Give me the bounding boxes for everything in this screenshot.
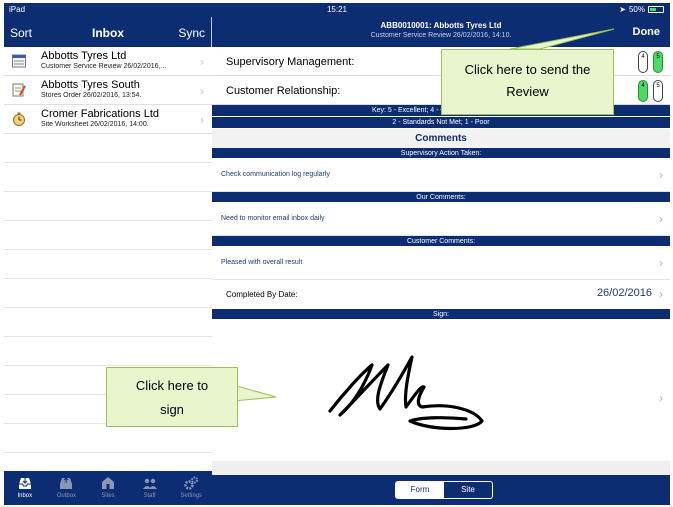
tab-settings[interactable]: Settings — [170, 471, 212, 505]
gears-icon — [184, 476, 199, 490]
item-subtitle: Site Worksheet 26/02/2016, 14:00. — [41, 121, 149, 128]
rating-pill-4[interactable]: 4 — [638, 80, 648, 102]
supervisory-action-value: Check communication log regularly — [221, 171, 330, 178]
clock: 15:21 — [326, 5, 348, 14]
location-icon: ➤ — [619, 5, 626, 14]
inbox-icon — [18, 478, 31, 489]
segment-site[interactable]: Site — [444, 482, 492, 498]
item-title: Abbotts Tyres Ltd — [41, 50, 127, 62]
tab-label: Sites — [101, 493, 115, 499]
chevron-right-icon: › — [659, 391, 663, 405]
review-subtitle: Customer Service Review 26/02/2016, 14:1… — [370, 32, 512, 39]
chevron-right-icon: › — [659, 168, 663, 182]
rating-pill-5[interactable]: 5 — [653, 51, 663, 73]
inbox-header: Sort Inbox Sync — [4, 17, 211, 47]
form-toolbar: Form Site — [212, 475, 670, 505]
segment-form[interactable]: Form — [396, 482, 444, 498]
tab-label: Staff — [143, 493, 156, 499]
battery-percent: 50% — [628, 5, 645, 14]
signature-field[interactable]: › — [212, 335, 670, 461]
tab-label: Settings — [180, 493, 203, 499]
done-button[interactable]: Done — [633, 26, 661, 38]
stopwatch-icon — [13, 112, 25, 126]
tab-label: Outbox — [56, 493, 77, 499]
chevron-right-icon: › — [659, 256, 663, 270]
chevron-right-icon: › — [200, 113, 204, 127]
item-title: Abbotts Tyres South — [41, 79, 140, 91]
item-title: Cromer Fabrications Ltd — [41, 108, 159, 120]
completed-by-label: Completed By Date: — [226, 290, 298, 299]
completed-by-date-field[interactable]: Completed By Date: 26/02/2016 › — [212, 280, 670, 309]
tab-inbox[interactable]: Inbox — [4, 471, 46, 505]
outbox-icon — [60, 477, 73, 489]
send-review-callout: Click here to send the Review — [441, 49, 614, 115]
supervisory-action-field[interactable]: Check communication log regularly › — [212, 159, 670, 192]
battery-icon — [648, 6, 664, 13]
our-comments-header: Our Comments: — [212, 192, 670, 203]
customer-comments-header: Customer Comments: — [212, 236, 670, 247]
rating-label: Supervisory Management: — [226, 56, 355, 68]
status-bar: iPad 15:21 ➤ 50% — [4, 3, 670, 17]
signature-drawing — [328, 355, 484, 431]
sign-callout: Click here to sign — [106, 367, 238, 427]
notepad-icon — [12, 83, 26, 97]
review-header: ABB0010001: Abbotts Tyres Ltd Customer S… — [212, 17, 670, 47]
completed-by-value: 26/02/2016 — [596, 287, 652, 299]
tab-sites[interactable]: Sites — [87, 471, 129, 505]
list-item[interactable]: Abbotts Tyres Ltd Customer Service Revie… — [4, 47, 212, 76]
comments-section-title: Comments — [212, 129, 670, 148]
customer-comments-value: Pleased with overall result — [221, 259, 303, 266]
review-title: ABB0010001: Abbotts Tyres Ltd — [380, 21, 502, 30]
building-icon — [101, 477, 114, 489]
ipad-screen: iPad 15:21 ➤ 50% Sort Inbox Sync Abbotts… — [4, 3, 670, 505]
chevron-right-icon: › — [659, 212, 663, 226]
chevron-right-icon: › — [659, 287, 663, 301]
our-comments-value: Need to monitor email inbox daily — [221, 215, 325, 222]
form-site-segmented-control: Form Site — [395, 481, 493, 499]
list-item[interactable]: Abbotts Tyres South Stores Order 26/02/2… — [4, 76, 212, 105]
battery-status: ➤ 50% — [619, 5, 664, 14]
supervisory-action-header: Supervisory Action Taken: — [212, 148, 670, 159]
form-icon — [12, 54, 26, 68]
tab-outbox[interactable]: Outbox — [46, 471, 88, 505]
rating-pill-5[interactable]: 5 — [653, 80, 663, 102]
customer-comments-field[interactable]: Pleased with overall result › — [212, 247, 670, 280]
our-comments-field[interactable]: Need to monitor email inbox daily › — [212, 203, 670, 236]
rating-key-line2: 2 - Standards Not Met; 1 - Poor — [212, 117, 670, 129]
chevron-right-icon: › — [200, 84, 204, 98]
sync-button[interactable]: Sync — [178, 26, 205, 40]
rating-label: Customer Relationship: — [226, 85, 341, 97]
chevron-right-icon: › — [200, 55, 204, 69]
item-subtitle: Customer Service Review 26/02/2016,... — [41, 63, 167, 70]
inbox-pane: Sort Inbox Sync Abbotts Tyres Ltd Custom… — [4, 17, 212, 505]
bottom-tab-bar: Inbox Outbox Sites Staff Settings — [4, 471, 212, 505]
list-item[interactable]: Cromer Fabrications Ltd Site Worksheet 2… — [4, 105, 212, 134]
people-icon — [142, 478, 157, 489]
form-footer-strip — [212, 461, 670, 475]
rating-pill-4[interactable]: 4 — [638, 51, 648, 73]
sign-header: Sign: — [212, 309, 670, 320]
tab-label: Inbox — [17, 493, 33, 499]
item-subtitle: Stores Order 26/02/2016, 13:54. — [41, 92, 142, 99]
tab-staff[interactable]: Staff — [129, 471, 171, 505]
